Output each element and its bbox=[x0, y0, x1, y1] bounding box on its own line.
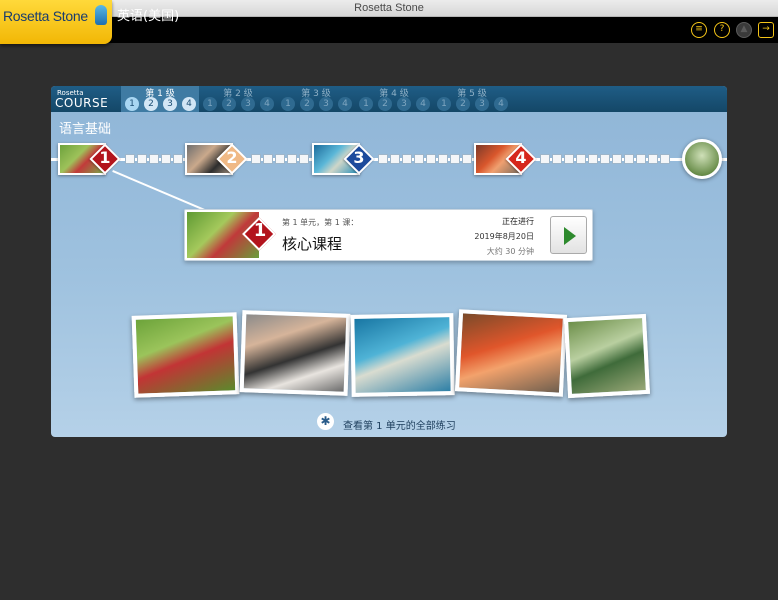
level-2-tab[interactable]: 第 2 级 1 2 3 4 bbox=[199, 86, 277, 112]
course-level-bar: Rosetta COURSE 第 1 级 1 2 3 4 第 2 级 1 2 3… bbox=[51, 86, 727, 112]
logo-text: Rosetta Stone bbox=[3, 8, 88, 24]
lesson-status: 正在进行 bbox=[502, 217, 534, 226]
level-1-unit-3[interactable]: 3 bbox=[163, 97, 177, 111]
level-4-unit-4[interactable]: 4 bbox=[416, 97, 430, 111]
course-logo: COURSE bbox=[55, 96, 109, 110]
lesson-square[interactable] bbox=[414, 154, 424, 164]
lesson-square[interactable] bbox=[426, 154, 436, 164]
lesson-date: 2019年8月20日 bbox=[474, 232, 534, 241]
play-lesson-button[interactable] bbox=[550, 216, 587, 254]
milestone-circle[interactable] bbox=[682, 139, 722, 179]
lesson-square[interactable] bbox=[660, 154, 670, 164]
section-title: 语言基础 bbox=[59, 122, 112, 137]
unit-photo-1[interactable] bbox=[131, 312, 240, 398]
lesson-square[interactable] bbox=[149, 154, 159, 164]
lesson-square[interactable] bbox=[438, 154, 448, 164]
lesson-square[interactable] bbox=[390, 154, 400, 164]
lesson-number: 1 bbox=[253, 220, 267, 241]
level-4-unit-1[interactable]: 1 bbox=[359, 97, 373, 111]
level-1-unit-2[interactable]: 2 bbox=[144, 97, 158, 111]
lesson-square[interactable] bbox=[624, 154, 634, 164]
level-5-unit-4[interactable]: 4 bbox=[494, 97, 508, 111]
unit-photo-2[interactable] bbox=[239, 310, 351, 396]
lesson-square[interactable] bbox=[287, 154, 297, 164]
lesson-subtitle: 第 1 单元，第 1 课： bbox=[282, 218, 359, 227]
lesson-square[interactable] bbox=[540, 154, 550, 164]
level-3-unit-3[interactable]: 3 bbox=[319, 97, 333, 111]
lesson-square[interactable] bbox=[263, 154, 273, 164]
lesson-square[interactable] bbox=[450, 154, 460, 164]
level-3-unit-2[interactable]: 2 bbox=[300, 97, 314, 111]
help-icon[interactable]: ? bbox=[714, 22, 730, 38]
level-5-tab[interactable]: 第 5 级 1 2 3 4 bbox=[433, 86, 511, 112]
level-2-unit-3[interactable]: 3 bbox=[241, 97, 255, 111]
level-1-unit-1[interactable]: 1 bbox=[125, 97, 139, 111]
level-5-unit-1[interactable]: 1 bbox=[437, 97, 451, 111]
lesson-square[interactable] bbox=[612, 154, 622, 164]
lesson-square[interactable] bbox=[378, 154, 388, 164]
lesson-square[interactable] bbox=[576, 154, 586, 164]
level-2-unit-1[interactable]: 1 bbox=[203, 97, 217, 111]
level-2-unit-2[interactable]: 2 bbox=[222, 97, 236, 111]
compass-icon[interactable]: ✱ bbox=[317, 413, 334, 430]
lesson-square[interactable] bbox=[600, 154, 610, 164]
logo-mark-icon bbox=[95, 5, 107, 25]
lesson-square[interactable] bbox=[552, 154, 562, 164]
course-panel: Rosetta COURSE 第 1 级 1 2 3 4 第 2 级 1 2 3… bbox=[51, 86, 727, 437]
language-label[interactable]: 英语(美国) bbox=[117, 5, 179, 24]
lesson-square[interactable] bbox=[161, 154, 171, 164]
lesson-square[interactable] bbox=[564, 154, 574, 164]
lesson-duration: 大约 30 分钟 bbox=[486, 247, 534, 256]
level-1-tab[interactable]: 第 1 级 1 2 3 4 bbox=[121, 86, 199, 112]
unit-photo-5[interactable] bbox=[563, 313, 651, 399]
level-4-unit-3[interactable]: 3 bbox=[397, 97, 411, 111]
unit-3-number: 3 bbox=[353, 148, 365, 167]
exit-icon[interactable]: → bbox=[758, 22, 774, 38]
view-all-exercises-link[interactable]: 查看第 1 单元的全部练习 bbox=[343, 417, 456, 432]
unit-4-number: 4 bbox=[515, 148, 527, 167]
unit-1-number: 1 bbox=[99, 148, 111, 167]
lesson-square[interactable] bbox=[588, 154, 598, 164]
current-lesson-card[interactable]: 1 第 1 单元，第 1 课： 核心课程 正在进行 2019年8月20日 大约 … bbox=[184, 209, 593, 261]
level-2-unit-4[interactable]: 4 bbox=[260, 97, 274, 111]
lesson-square[interactable] bbox=[275, 154, 285, 164]
lesson-square[interactable] bbox=[402, 154, 412, 164]
level-3-unit-4[interactable]: 4 bbox=[338, 97, 352, 111]
lesson-square[interactable] bbox=[648, 154, 658, 164]
dim-icon: ▲ bbox=[736, 22, 752, 38]
lesson-square[interactable] bbox=[299, 154, 309, 164]
lesson-square[interactable] bbox=[462, 154, 472, 164]
unit-2-number: 2 bbox=[226, 148, 238, 167]
unit-photo-3[interactable] bbox=[350, 313, 455, 397]
level-3-tab[interactable]: 第 3 级 1 2 3 4 bbox=[277, 86, 355, 112]
lesson-title: 核心课程 bbox=[282, 235, 343, 253]
level-5-unit-2[interactable]: 2 bbox=[456, 97, 470, 111]
lesson-square[interactable] bbox=[137, 154, 147, 164]
lesson-square[interactable] bbox=[251, 154, 261, 164]
lesson-square[interactable] bbox=[173, 154, 183, 164]
level-5-unit-3[interactable]: 3 bbox=[475, 97, 489, 111]
list-icon[interactable]: ≡ bbox=[691, 22, 707, 38]
level-3-unit-1[interactable]: 1 bbox=[281, 97, 295, 111]
level-1-unit-4[interactable]: 4 bbox=[182, 97, 196, 111]
unit-photo-4[interactable] bbox=[454, 309, 568, 397]
lesson-square[interactable] bbox=[125, 154, 135, 164]
play-icon bbox=[564, 227, 576, 245]
level-4-tab[interactable]: 第 4 级 1 2 3 4 bbox=[355, 86, 433, 112]
level-4-unit-2[interactable]: 2 bbox=[378, 97, 392, 111]
rosetta-stone-logo: Rosetta Stone bbox=[0, 0, 112, 44]
lesson-square[interactable] bbox=[636, 154, 646, 164]
